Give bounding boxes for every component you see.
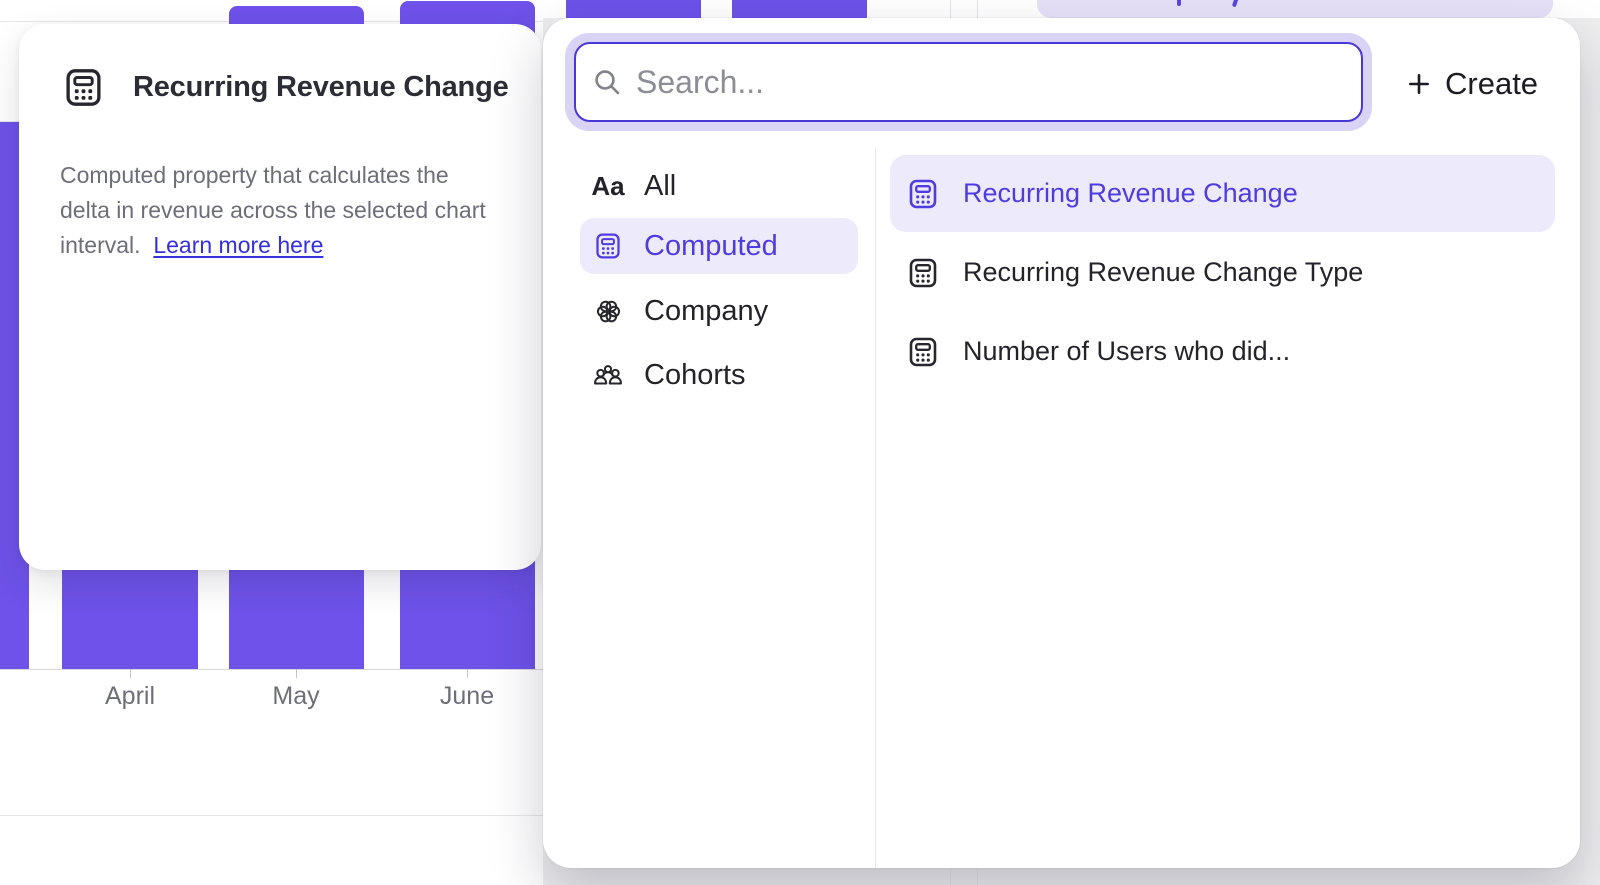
search-input[interactable]	[636, 64, 1361, 101]
plus-icon	[1406, 71, 1432, 97]
search-icon	[592, 67, 622, 97]
result-number-of-users-who-did[interactable]: Number of Users who did...	[890, 313, 1555, 390]
result-label: Number of Users who did...	[963, 336, 1290, 367]
filter-label: All	[644, 170, 676, 203]
tooltip-header: Recurring Revenue Change	[63, 67, 509, 108]
calculator-icon	[63, 67, 104, 108]
axis-label-april: April	[70, 682, 190, 711]
text-format-icon: Aa	[593, 171, 623, 202]
description-line: interval. Learn more here	[60, 228, 520, 263]
tooltip-title: Recurring Revenue Change	[133, 71, 509, 104]
calculator-icon	[907, 178, 939, 210]
property-picker-panel: Create Aa All Computed Company	[543, 18, 1580, 868]
calculator-icon	[907, 257, 939, 289]
tooltip-description: Computed property that calculates the de…	[60, 158, 520, 263]
calculator-icon	[593, 232, 623, 260]
description-line: Computed property that calculates the	[60, 158, 520, 193]
cohorts-people-icon	[593, 363, 623, 387]
create-button-label: Create	[1445, 66, 1538, 102]
filter-item-computed[interactable]: Computed	[580, 218, 858, 274]
filter-item-all[interactable]: Aa All	[580, 158, 858, 214]
screen: April May June Recurring Revenue Change …	[0, 0, 1600, 885]
result-recurring-revenue-change-type[interactable]: Recurring Revenue Change Type	[890, 234, 1555, 311]
description-line: delta in revenue across the selected cha…	[60, 193, 520, 228]
company-cluster-icon	[593, 297, 623, 326]
filter-item-company[interactable]: Company	[580, 283, 858, 339]
panel-divider	[875, 148, 876, 868]
cutoff-purple-pill[interactable]	[1037, 0, 1553, 18]
axis-tick	[130, 669, 131, 678]
filter-sidebar: Aa All Computed Company Cohorts	[543, 148, 875, 868]
axis-label-may: May	[236, 682, 356, 711]
pill-text-fragment	[1177, 0, 1181, 6]
result-recurring-revenue-change[interactable]: Recurring Revenue Change	[890, 155, 1555, 232]
result-label: Recurring Revenue Change Type	[963, 257, 1363, 288]
search-focus-halo	[565, 33, 1372, 131]
filter-label: Computed	[644, 230, 778, 263]
filter-item-cohorts[interactable]: Cohorts	[580, 347, 858, 403]
learn-more-link[interactable]: Learn more here	[153, 232, 323, 258]
calculator-icon	[907, 336, 939, 368]
create-button[interactable]: Create	[1396, 58, 1548, 110]
axis-tick	[296, 669, 297, 678]
axis-tick	[467, 669, 468, 678]
filter-label: Cohorts	[644, 359, 746, 392]
search-box[interactable]	[574, 42, 1363, 122]
axis-label-june: June	[407, 682, 527, 711]
filter-label: Company	[644, 295, 768, 328]
result-label: Recurring Revenue Change	[963, 178, 1298, 209]
property-tooltip-card: Recurring Revenue Change Computed proper…	[19, 24, 541, 570]
